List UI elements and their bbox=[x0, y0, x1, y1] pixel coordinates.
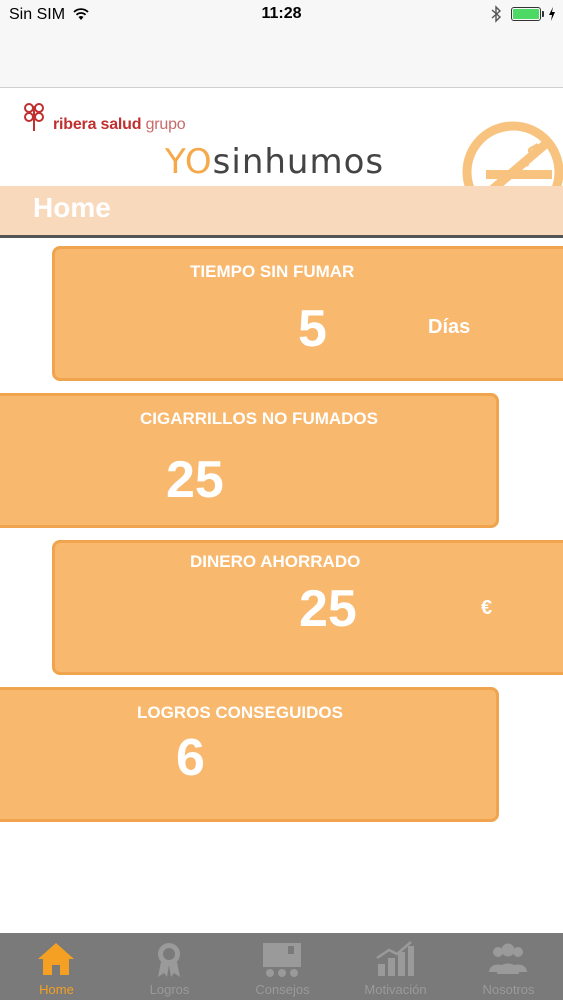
battery-tip bbox=[542, 11, 544, 17]
app-title-yo: YO bbox=[165, 142, 213, 182]
tab-label: Home bbox=[39, 982, 74, 997]
brand-name: ribera salud grupo bbox=[53, 116, 186, 134]
page-title: Home bbox=[33, 192, 111, 223]
tab-logros[interactable]: Logros bbox=[113, 933, 226, 1000]
tab-nosotros[interactable]: Nosotros bbox=[452, 933, 563, 1000]
card-title: DINERO AHORRADO bbox=[190, 552, 361, 571]
card-unit: Días bbox=[428, 316, 471, 338]
cigarettes-not-smoked-card[interactable]: CIGARRILLOS NO FUMADOS 25 bbox=[0, 393, 499, 528]
battery-icon bbox=[511, 7, 541, 21]
card-value: 25 bbox=[299, 580, 357, 638]
card-value: 6 bbox=[176, 729, 205, 787]
clock: 11:28 bbox=[261, 5, 302, 22]
app-title-rest: sinhumos bbox=[212, 142, 385, 182]
card-title: LOGROS CONSEGUIDOS bbox=[137, 703, 343, 722]
medal-icon bbox=[158, 943, 180, 977]
card-unit: € bbox=[481, 597, 493, 619]
tab-consejos[interactable]: Consejos bbox=[226, 933, 339, 1000]
tab-motivacion[interactable]: Motivación bbox=[339, 933, 452, 1000]
brand-name-light: grupo bbox=[145, 116, 186, 133]
divider bbox=[0, 235, 563, 238]
tab-label: Consejos bbox=[255, 982, 310, 997]
card-value: 25 bbox=[166, 451, 224, 509]
achievements-card[interactable]: LOGROS CONSEGUIDOS 6 bbox=[0, 687, 499, 822]
group-icon bbox=[489, 943, 527, 974]
ribera-logo-icon bbox=[24, 103, 44, 131]
tab-home[interactable]: Home bbox=[0, 933, 113, 1000]
tab-label: Logros bbox=[149, 982, 190, 997]
app-title: YOsinhumos bbox=[165, 142, 384, 182]
tab-bar: Home Logros Consejos Motivación Nosotros bbox=[0, 933, 563, 1000]
presentation-icon bbox=[263, 943, 301, 977]
tab-label: Motivación bbox=[364, 982, 427, 997]
tab-label: Nosotros bbox=[482, 982, 535, 997]
card-value: 5 bbox=[298, 300, 327, 358]
brand-name-bold: ribera salud bbox=[53, 116, 142, 133]
bluetooth-icon bbox=[491, 5, 502, 23]
growth-chart-icon bbox=[376, 941, 414, 976]
navigation-bar bbox=[0, 30, 563, 88]
money-saved-card[interactable]: DINERO AHORRADO 25 € bbox=[52, 540, 563, 675]
home-icon bbox=[38, 943, 74, 975]
charging-icon bbox=[549, 7, 555, 21]
status-bar: Sin SIM 11:28 bbox=[0, 0, 563, 30]
card-title: TIEMPO SIN FUMAR bbox=[190, 262, 355, 281]
time-without-smoking-card[interactable]: TIEMPO SIN FUMAR 5 Días bbox=[52, 246, 563, 381]
card-title: CIGARRILLOS NO FUMADOS bbox=[140, 409, 378, 428]
